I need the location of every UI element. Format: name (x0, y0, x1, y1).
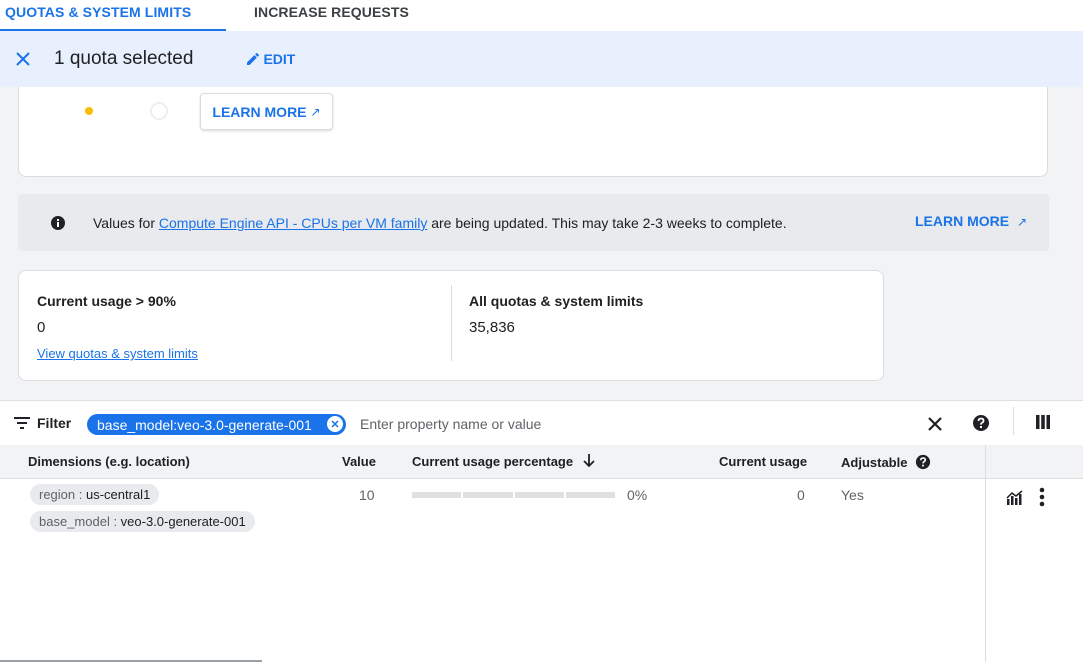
help-icon[interactable] (972, 414, 990, 432)
close-selection-button[interactable] (12, 48, 34, 70)
actions-column-divider (985, 445, 986, 662)
cell-adjustable: Yes (841, 487, 864, 503)
selection-bar: 1 quota selected EDIT (0, 31, 1083, 87)
tab-quotas-system-limits[interactable]: QUOTAS & SYSTEM LIMITS (0, 0, 226, 31)
info-icon (51, 216, 65, 230)
dimension-value: us-central1 (85, 487, 151, 502)
quota-details-card: LEARN MORE ↗ (18, 87, 1048, 177)
usage-bar-segment (565, 492, 615, 498)
filter-input[interactable] (360, 414, 900, 434)
usage-chart-icon[interactable] (1006, 490, 1024, 506)
filter-chip[interactable]: base_model:veo-3.0-generate-001 ✕ (87, 414, 346, 435)
usage-progress-bar (412, 492, 615, 498)
filter-label: Filter (37, 415, 72, 431)
pencil-icon (247, 52, 260, 65)
status-dot (85, 107, 93, 115)
close-icon (928, 417, 942, 431)
edit-button[interactable]: EDIT (245, 51, 295, 67)
col-current-usage[interactable]: Current usage (719, 454, 807, 469)
help-icon[interactable] (915, 454, 931, 470)
banner-learn-more-label: LEARN MORE (915, 213, 1010, 229)
banner-prefix: Values for (93, 215, 159, 231)
table-header: Dimensions (e.g. location) Value Current… (0, 445, 1083, 479)
dimension-chip-base-model: base_model : veo-3.0-generate-001 (30, 511, 255, 532)
col-adjustable[interactable]: Adjustable (841, 454, 931, 470)
external-link-icon: ↗ (310, 104, 321, 119)
edit-label: EDIT (263, 51, 296, 67)
clear-filter-button[interactable] (924, 413, 946, 435)
current-usage-title: Current usage > 90% (37, 293, 176, 309)
usage-bar-segment (412, 492, 462, 498)
banner-message: Values for Compute Engine API - CPUs per… (93, 215, 787, 231)
tab-increase-requests[interactable]: INCREASE REQUESTS (249, 0, 414, 31)
col-usage-percentage[interactable]: Current usage percentage (412, 454, 595, 469)
filter-bar: Filter base_model:veo-3.0-generate-001 ✕ (0, 400, 1083, 445)
all-quotas-value: 35,836 (469, 319, 515, 336)
column-display-icon[interactable] (1036, 415, 1050, 429)
compute-engine-cpus-link[interactable]: Compute Engine API - CPUs per VM family (159, 215, 427, 231)
arrow-down-icon (583, 454, 595, 468)
external-link-icon: ↗ (1017, 215, 1028, 229)
usage-bar-segment (463, 492, 513, 498)
table-body: region : us-central1 base_model : veo-3.… (0, 479, 1083, 662)
remove-chip-icon[interactable]: ✕ (327, 416, 343, 432)
banner-learn-more-link[interactable]: LEARN MORE ↗ (915, 213, 1027, 229)
usage-bar-segment (514, 492, 564, 498)
current-usage-value: 0 (37, 319, 46, 336)
learn-more-label: LEARN MORE (212, 103, 307, 120)
cell-usage-percentage: 0% (627, 487, 648, 503)
dimension-chip-region: region : us-central1 (30, 484, 160, 505)
cell-value: 10 (359, 487, 375, 503)
cell-current-usage: 0 (797, 487, 805, 503)
loading-ring-icon (150, 102, 168, 120)
summary-card: Current usage > 90% 0 View quotas & syst… (18, 270, 884, 381)
col-usage-percentage-label: Current usage percentage (412, 454, 574, 469)
learn-more-button[interactable]: LEARN MORE ↗ (200, 93, 333, 130)
info-banner: Values for Compute Engine API - CPUs per… (18, 194, 1049, 251)
all-quotas-title: All quotas & system limits (469, 293, 644, 309)
close-icon (16, 52, 30, 66)
col-dimensions[interactable]: Dimensions (e.g. location) (28, 454, 190, 469)
table-row[interactable]: region : us-central1 base_model : veo-3.… (0, 479, 985, 539)
filter-icon (14, 417, 30, 429)
col-value[interactable]: Value (342, 454, 376, 469)
dimension-key: region : (39, 487, 86, 502)
toolbar-divider (1013, 407, 1014, 435)
banner-suffix: are being updated. This may take 2-3 wee… (427, 215, 787, 231)
more-vert-icon[interactable] (1038, 486, 1046, 508)
dimension-key: base_model : (39, 514, 121, 529)
filter-chip-text: base_model:veo-3.0-generate-001 (97, 416, 312, 433)
col-adjustable-label: Adjustable (841, 455, 908, 470)
summary-divider (451, 285, 452, 361)
selection-count: 1 quota selected (54, 48, 194, 69)
dimension-value: veo-3.0-generate-001 (120, 514, 246, 529)
view-quotas-link[interactable]: View quotas & system limits (37, 346, 198, 361)
tab-bar: QUOTAS & SYSTEM LIMITS INCREASE REQUESTS (0, 0, 1083, 31)
